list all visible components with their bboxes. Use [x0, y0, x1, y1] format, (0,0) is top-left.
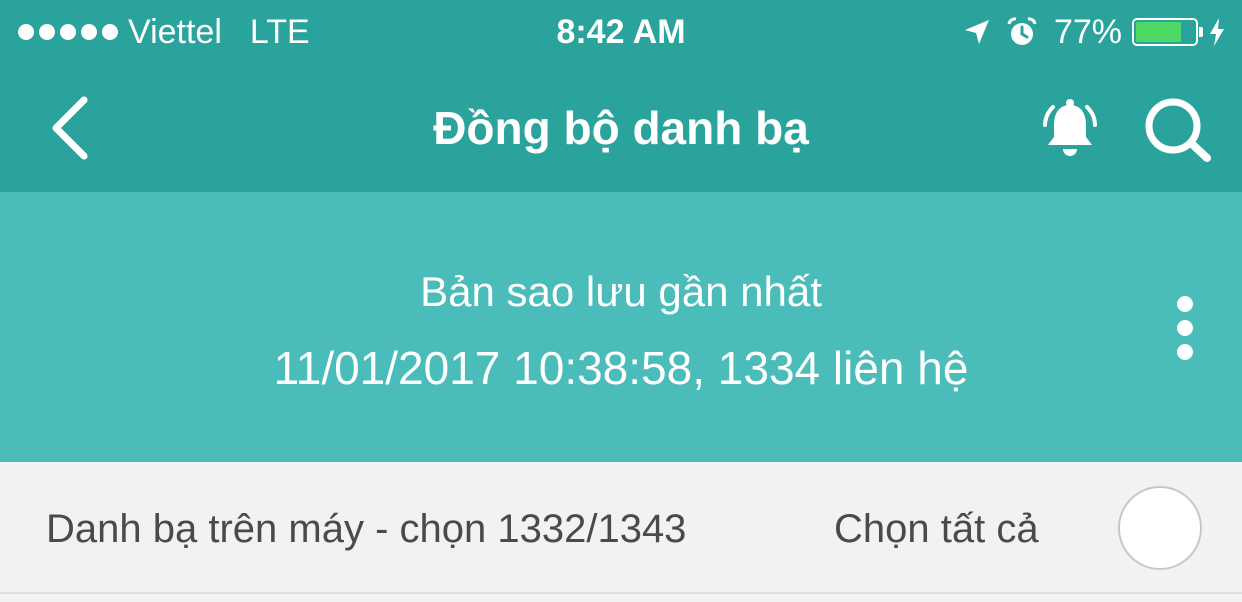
battery-nub	[1199, 27, 1203, 37]
more-vertical-icon	[1177, 296, 1193, 312]
latest-backup-banner: Bản sao lưu gần nhất 11/01/2017 10:38:58…	[0, 192, 1242, 462]
notifications-button[interactable]	[1030, 94, 1110, 164]
selection-summary: Danh bạ trên máy - chọn 1332/1343	[46, 507, 687, 551]
battery-icon	[1132, 18, 1203, 46]
charging-bolt-icon	[1210, 18, 1224, 46]
contacts-selection-row: Danh bạ trên máy - chọn 1332/1343 Chọn t…	[0, 462, 1242, 594]
select-all-label[interactable]: Chọn tất cả	[834, 506, 1039, 552]
battery-percent: 77%	[1053, 12, 1122, 51]
more-options-button[interactable]	[1160, 288, 1210, 368]
search-icon	[1145, 98, 1211, 162]
status-bar: Viettel LTE 8:42 AM 77%	[0, 0, 1242, 64]
status-right: 77%	[962, 12, 1226, 52]
backup-title: Bản sao lưu gần nhất	[420, 268, 822, 315]
location-arrow-icon	[964, 20, 989, 44]
backup-detail: 11/01/2017 10:38:58, 1334 liên hệ	[273, 342, 969, 394]
search-button[interactable]	[1138, 94, 1218, 164]
battery-level-fill	[1136, 22, 1181, 42]
select-all-checkbox[interactable]	[1118, 486, 1202, 570]
nav-bar: Đồng bộ danh bạ	[0, 64, 1242, 192]
more-vertical-icon	[1177, 320, 1193, 336]
alarm-clock-icon	[1007, 17, 1037, 45]
more-vertical-icon	[1177, 344, 1193, 360]
bell-ringing-icon	[1043, 99, 1097, 156]
